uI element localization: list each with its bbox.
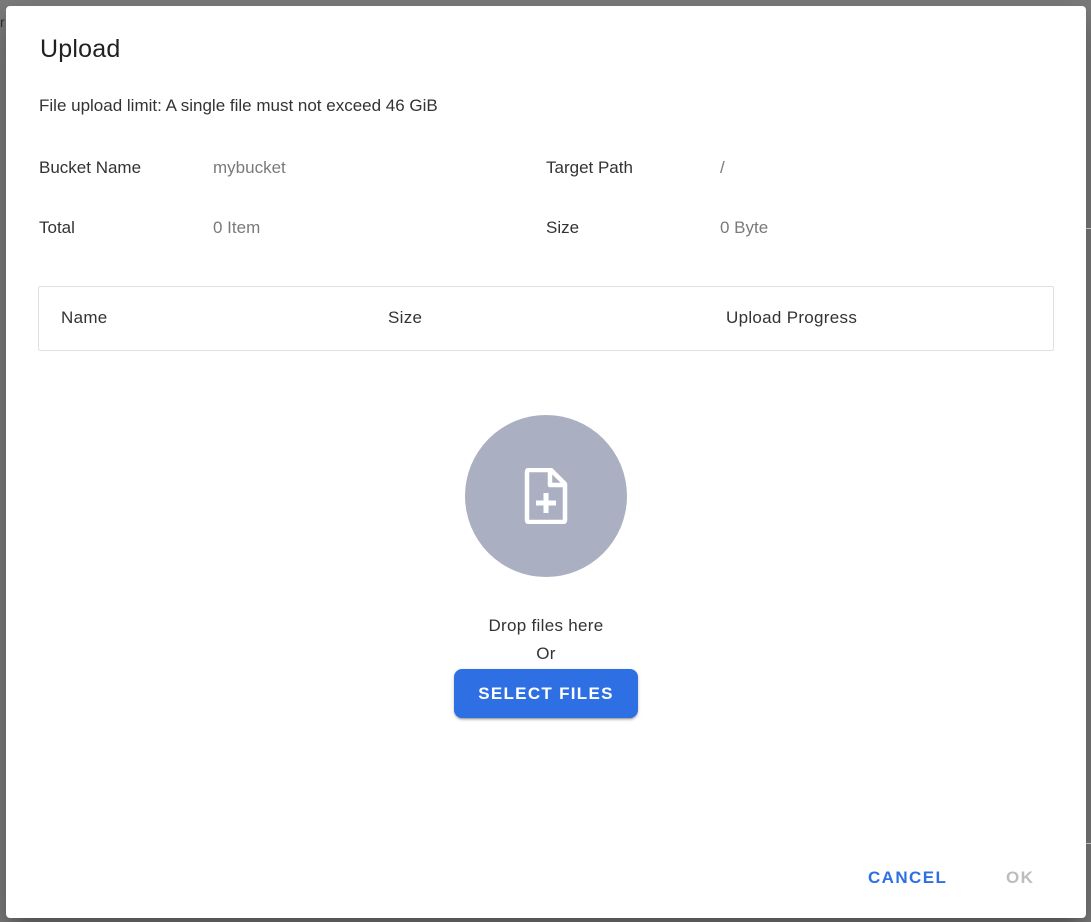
- file-table-header: Name Size Upload Progress: [38, 286, 1054, 351]
- size-label: Size: [546, 218, 580, 237]
- cancel-button[interactable]: CANCEL: [868, 868, 947, 888]
- column-header-size: Size: [388, 308, 423, 327]
- total-label: Total: [39, 218, 75, 237]
- file-plus-icon: [524, 468, 568, 524]
- drop-circle: [465, 415, 627, 577]
- select-files-button[interactable]: SELECT FILES: [454, 669, 638, 718]
- bucket-name-value: mybucket: [213, 158, 286, 177]
- bucket-name-label: Bucket Name: [39, 158, 142, 177]
- file-drop-zone[interactable]: Drop files here Or SELECT FILES: [6, 351, 1086, 771]
- upload-dialog: Upload File upload limit: A single file …: [6, 6, 1086, 918]
- column-header-upload-progress: Upload Progress: [726, 308, 858, 327]
- or-text: Or: [536, 644, 556, 663]
- dialog-title: Upload: [40, 35, 121, 63]
- ok-button[interactable]: OK: [1006, 868, 1034, 888]
- upload-limit-notice: File upload limit: A single file must no…: [39, 96, 438, 115]
- backdrop-text: r: [0, 14, 5, 30]
- target-path-label: Target Path: [546, 158, 633, 177]
- column-header-name: Name: [61, 308, 108, 327]
- target-path-value: /: [720, 158, 725, 177]
- size-value: 0 Byte: [720, 218, 769, 237]
- drop-files-text: Drop files here: [488, 616, 604, 635]
- total-value: 0 Item: [213, 218, 261, 237]
